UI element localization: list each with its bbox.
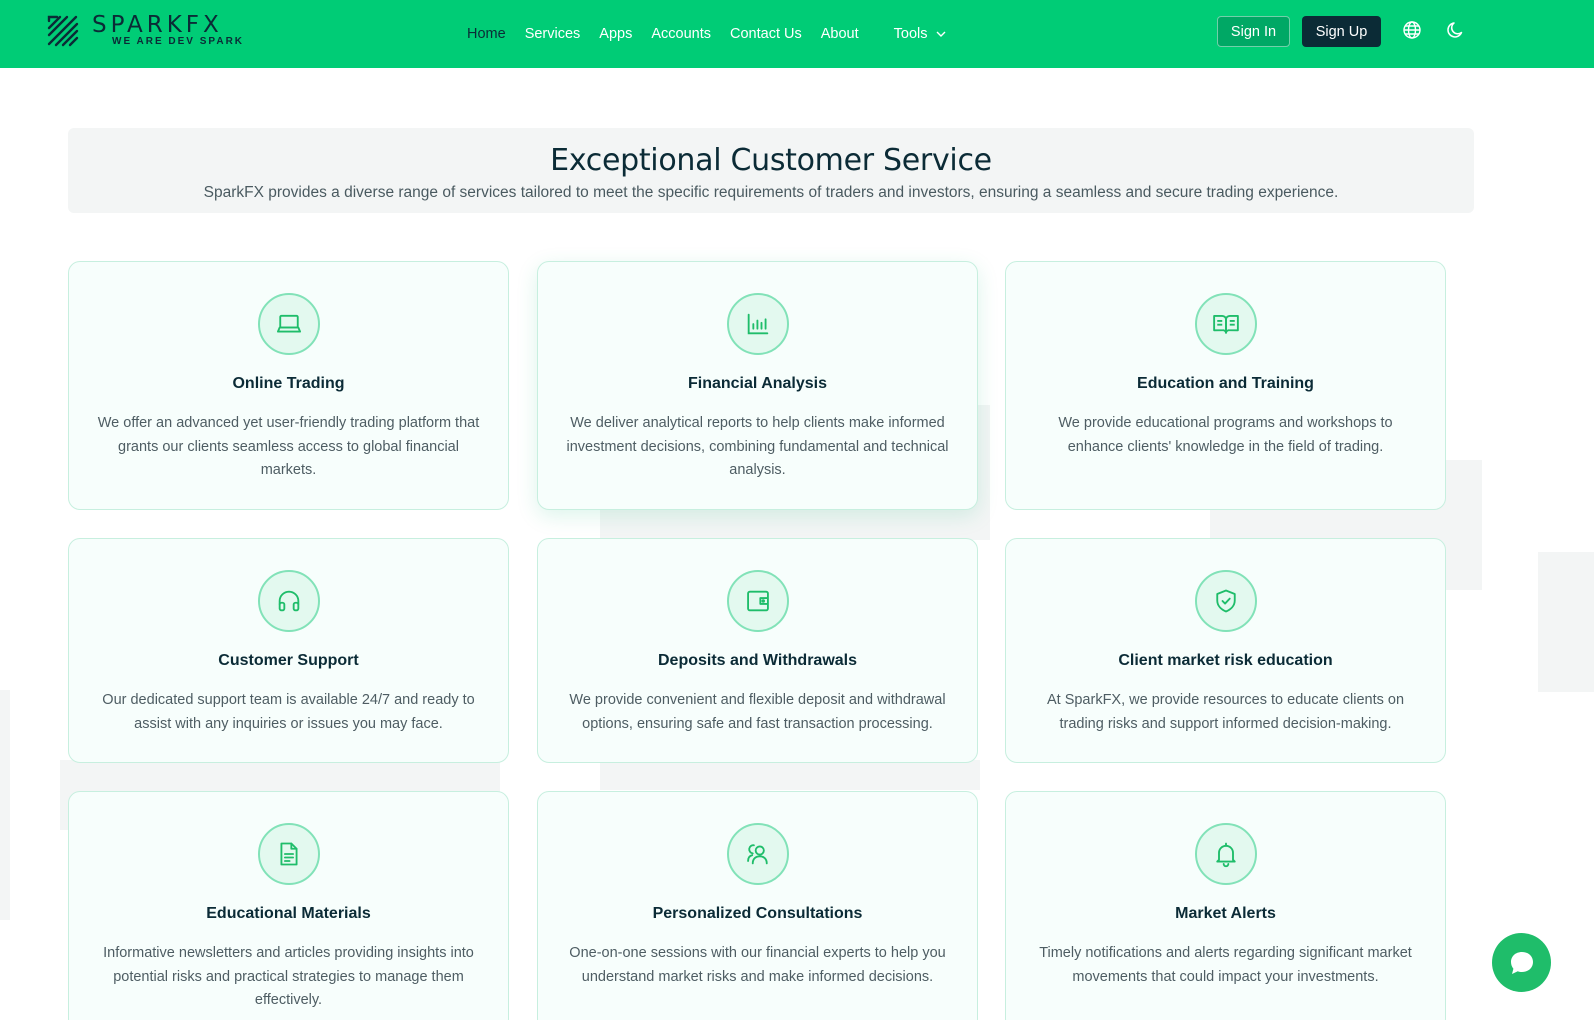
service-card-online-trading[interactable]: Online Trading We offer an advanced yet …	[68, 261, 509, 510]
logo[interactable]: SPARKFX WE ARE DEV SPARK	[46, 14, 244, 48]
card-text: We deliver analytical reports to help cl…	[566, 415, 949, 478]
card-text: We provide educational programs and work…	[1058, 415, 1393, 455]
logo-tagline: WE ARE DEV SPARK	[112, 36, 245, 47]
main-nav: Home Services Apps Accounts Contact Us A…	[467, 0, 946, 68]
background-decoration	[1538, 552, 1594, 692]
card-icon-circle	[726, 823, 789, 885]
section-banner: Exceptional Customer Service SparkFX pro…	[68, 128, 1474, 213]
nav-services[interactable]: Services	[525, 26, 581, 42]
card-title: Education and Training	[1137, 375, 1314, 392]
card-text: Our dedicated support team is available …	[102, 692, 475, 732]
top-navbar: SPARKFX WE ARE DEV SPARK Home Services A…	[0, 0, 1594, 68]
card-icon-circle	[1194, 570, 1257, 632]
service-card-market-alerts[interactable]: Market Alerts Timely notifications and a…	[1005, 791, 1446, 1020]
card-title: Online Trading	[232, 375, 345, 392]
card-title: Personalized Consultations	[652, 905, 863, 922]
service-card-risk-education[interactable]: Client market risk education At SparkFX,…	[1005, 538, 1446, 763]
users-icon	[746, 844, 768, 865]
card-icon-circle	[1194, 293, 1257, 355]
card-title: Client market risk education	[1118, 652, 1333, 669]
chat-bubble-icon	[1510, 951, 1533, 974]
bell-icon	[1215, 842, 1236, 868]
card-icon-circle	[257, 293, 320, 355]
chat-widget-button[interactable]	[1492, 933, 1551, 992]
laptop-icon	[276, 314, 301, 333]
nav-accounts[interactable]: Accounts	[651, 26, 711, 42]
section-title: Exceptional Customer Service	[550, 143, 992, 178]
service-card-education-training[interactable]: Education and Training We provide educat…	[1005, 261, 1446, 510]
moon-icon[interactable]	[1446, 20, 1466, 40]
card-text: Timely notifications and alerts regardin…	[1039, 945, 1412, 985]
headphones-icon	[278, 590, 299, 612]
service-card-financial-analysis[interactable]: Financial Analysis We deliver analytical…	[537, 261, 978, 510]
service-card-educational-materials[interactable]: Educational Materials Informative newsle…	[68, 791, 509, 1020]
card-icon-circle	[726, 293, 789, 355]
logo-name: SPARKFX	[92, 12, 223, 38]
service-card-personalized-consultations[interactable]: Personalized Consultations One-on-one se…	[537, 791, 978, 1020]
card-icon-circle	[1194, 823, 1257, 885]
background-decoration	[600, 760, 980, 790]
bar-chart-icon	[747, 313, 768, 335]
service-card-deposits-withdrawals[interactable]: Deposits and Withdrawals We provide conv…	[537, 538, 978, 763]
card-icon-circle	[257, 823, 320, 885]
wallet-icon	[746, 590, 769, 612]
shield-check-icon	[1215, 589, 1236, 613]
card-icon-circle	[726, 570, 789, 632]
card-text: One-on-one sessions with our financial e…	[569, 945, 946, 985]
card-title: Financial Analysis	[687, 375, 827, 392]
nav-tools-dropdown[interactable]: Tools	[894, 26, 946, 42]
document-icon	[279, 842, 298, 866]
card-icon-circle	[257, 570, 320, 632]
card-text: At SparkFX, we provide resources to educ…	[1046, 692, 1405, 732]
nav-home[interactable]: Home	[467, 26, 506, 42]
open-book-icon	[1212, 314, 1239, 334]
section-subtitle: SparkFX provides a diverse range of serv…	[203, 184, 1339, 201]
nav-apps[interactable]: Apps	[599, 26, 632, 42]
chevron-down-icon	[936, 31, 946, 37]
card-title: Market Alerts	[1175, 905, 1276, 922]
card-title: Educational Materials	[206, 905, 371, 922]
spark-logo-icon	[47, 15, 79, 47]
card-text: We offer an advanced yet user-friendly t…	[97, 415, 480, 478]
card-text: Informative newsletters and articles pro…	[103, 945, 474, 1008]
sign-up-button[interactable]: Sign Up	[1302, 16, 1381, 47]
sign-in-button[interactable]: Sign In	[1217, 16, 1290, 47]
card-title: Deposits and Withdrawals	[658, 652, 857, 669]
nav-contact-us[interactable]: Contact Us	[730, 26, 802, 42]
nav-about[interactable]: About	[821, 26, 859, 42]
service-card-customer-support[interactable]: Customer Support Our dedicated support t…	[68, 538, 509, 763]
background-decoration	[0, 690, 10, 920]
tools-label: Tools	[893, 26, 928, 42]
globe-icon[interactable]	[1402, 20, 1422, 40]
card-title: Customer Support	[218, 652, 359, 669]
card-text: We provide convenient and flexible depos…	[569, 692, 946, 732]
